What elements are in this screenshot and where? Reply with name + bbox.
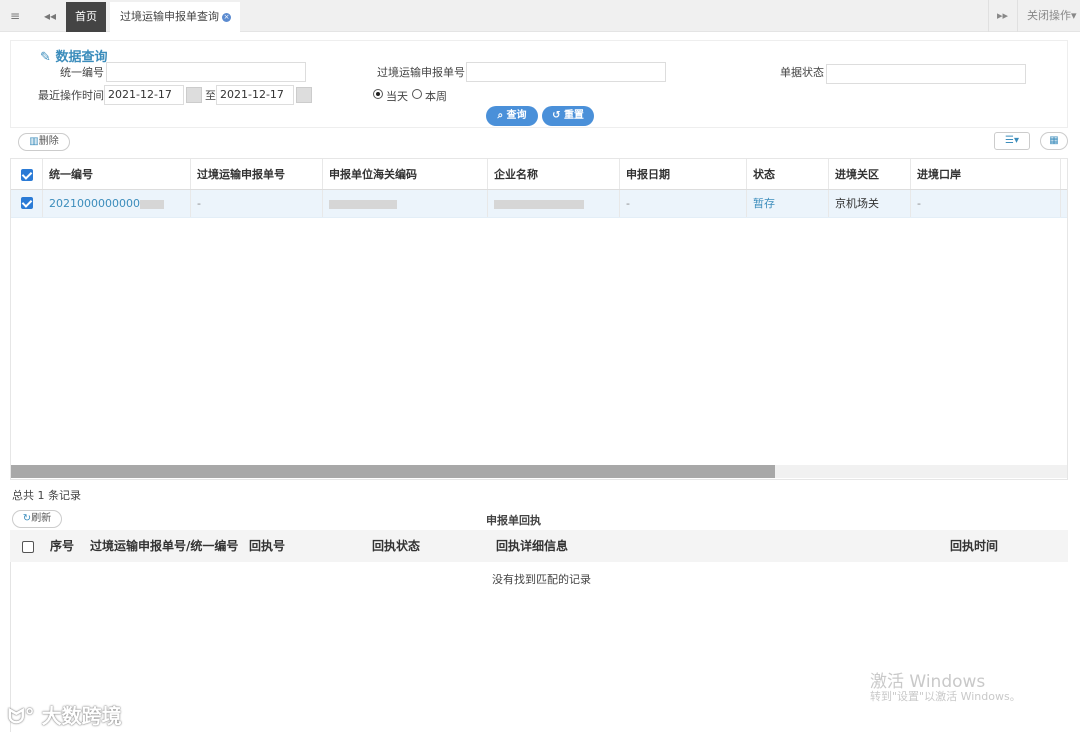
transport-no-cell: - (191, 190, 323, 217)
receipt-title: 申报单回执 (486, 514, 541, 527)
select-all-cell (11, 159, 43, 189)
entry-port-cell: - (911, 190, 1061, 217)
blurred-text (329, 199, 397, 209)
col-header[interactable]: 回执时间 (950, 530, 998, 562)
col-header[interactable]: 过境运输申报单号 (191, 159, 323, 189)
columns-dropdown[interactable]: ☰▾ (994, 132, 1030, 150)
uid-link[interactable]: 2021000000000 (49, 197, 140, 210)
time-label: 最近操作时间 (38, 89, 104, 102)
radio-today[interactable] (373, 89, 383, 99)
transport-no-label: 过境运输申报单号 (377, 66, 465, 79)
radio-week-label: 本周 (425, 90, 447, 103)
customs-code-cell (323, 190, 488, 217)
activation-watermark-text: 转到"设置"以激活 Windows。 (870, 690, 1021, 703)
tab-label: 过境运输申报单查询 (120, 10, 219, 23)
scroll-right-icon[interactable]: ▸▸ (988, 0, 1016, 32)
refresh-icon: ↻ (22, 513, 32, 524)
search-button[interactable]: ⌕ 查询 (486, 106, 538, 126)
row-checkbox[interactable] (21, 197, 33, 209)
date-to-input[interactable]: 2021-12-17 (216, 85, 294, 105)
select-all-checkbox[interactable] (21, 169, 33, 181)
col-header[interactable]: 企业名称 (488, 159, 620, 189)
col-header[interactable]: 回执号 (249, 530, 285, 562)
receipt-select-all[interactable] (22, 541, 34, 553)
receipt-table-header: 序号 过境运输申报单号/统一编号 回执号 回执状态 回执详细信息 回执时间 (10, 530, 1068, 562)
close-icon[interactable]: × (222, 12, 231, 22)
trash-icon: ▥ (29, 136, 39, 147)
scroll-left-icon[interactable]: ◂◂ (38, 0, 62, 32)
search-icon: ⌕ (497, 110, 504, 121)
reset-button[interactable]: ↺ 重置 (542, 106, 594, 126)
calendar-icon[interactable] (296, 87, 312, 103)
query-title: ✎ 数据查询 (40, 46, 107, 65)
col-header[interactable]: 进境关区 (829, 159, 911, 189)
col-header[interactable]: 状态 (747, 159, 829, 189)
logo-icon: ᗢ° (8, 704, 35, 728)
company-cell (488, 190, 620, 217)
entry-area-cell: 京机场关 (829, 190, 911, 217)
table-icon: ▦ (1049, 135, 1059, 146)
receipt-table-body: 没有找到匹配的记录 (10, 562, 1068, 732)
tab-transport-query[interactable]: 过境运输申报单查询 × (110, 2, 240, 32)
blurred-text (494, 199, 584, 209)
col-header[interactable]: 序号 (50, 530, 74, 562)
brand-logo: ᗢ° 大数跨境 (8, 700, 122, 729)
reset-button-label: 重置 (563, 110, 584, 121)
date-from-input[interactable]: 2021-12-17 (104, 85, 184, 105)
close-ops-label: 关闭操作 (1027, 9, 1071, 22)
refresh-button[interactable]: ↻刷新 (12, 510, 62, 528)
table-header: 统一编号 过境运输申报单号 申报单位海关编码 企业名称 申报日期 状态 进境关区… (11, 159, 1067, 190)
total-records: 总共 1 条记录 (12, 489, 81, 502)
edit-icon: ✎ (40, 50, 51, 65)
delete-button-label: 删除 (38, 136, 59, 147)
col-header[interactable]: 回执详细信息 (496, 530, 568, 562)
status-select[interactable] (826, 64, 1026, 84)
export-button[interactable]: ▦ (1040, 132, 1068, 150)
refresh-button-label: 刷新 (31, 513, 52, 524)
row-select-cell (11, 190, 43, 217)
status-cell: 暂存 (747, 190, 829, 217)
table-row[interactable]: 2021000000000 - - 暂存 京机场关 - (11, 190, 1067, 218)
date-cell: - (620, 190, 747, 217)
query-panel (10, 40, 1068, 128)
top-tab-bar: ≡ ◂◂ 首页 过境运输申报单查询 × ▸▸ 关闭操作▾ (0, 0, 1080, 32)
undo-icon: ↺ (552, 110, 561, 121)
search-button-label: 查询 (506, 110, 527, 121)
calendar-icon[interactable] (186, 87, 202, 103)
blurred-text (139, 199, 164, 209)
query-title-text: 数据查询 (55, 50, 108, 65)
col-header[interactable]: 统一编号 (43, 159, 191, 189)
uid-label: 统一编号 (60, 66, 104, 79)
horizontal-scrollbar-thumb[interactable] (11, 465, 775, 478)
date-separator: 至 (205, 89, 216, 102)
radio-today-label: 当天 (386, 90, 408, 103)
close-ops-menu[interactable]: 关闭操作▾ (1017, 0, 1080, 32)
delete-button[interactable]: ▥删除 (18, 133, 70, 151)
uid-input[interactable] (106, 62, 306, 82)
transport-no-input[interactable] (466, 62, 666, 82)
uid-cell[interactable]: 2021000000000 (43, 190, 191, 217)
status-label: 单据状态 (780, 66, 824, 79)
list-icon: ☰ (1005, 135, 1014, 146)
logo-text: 大数跨境 (41, 704, 122, 728)
result-table: 统一编号 过境运输申报单号 申报单位海关编码 企业名称 申报日期 状态 进境关区… (10, 158, 1068, 480)
empty-message: 没有找到匹配的记录 (492, 573, 591, 586)
col-header[interactable]: 过境运输申报单号/统一编号 (90, 530, 238, 562)
col-header[interactable]: 申报单位海关编码 (323, 159, 488, 189)
col-header[interactable]: 进境口岸 (911, 159, 1061, 189)
radio-week[interactable] (412, 89, 422, 99)
tab-home[interactable]: 首页 (66, 2, 106, 32)
col-header[interactable]: 申报日期 (620, 159, 747, 189)
col-header[interactable]: 回执状态 (372, 530, 420, 562)
menu-icon[interactable]: ≡ (0, 0, 30, 32)
